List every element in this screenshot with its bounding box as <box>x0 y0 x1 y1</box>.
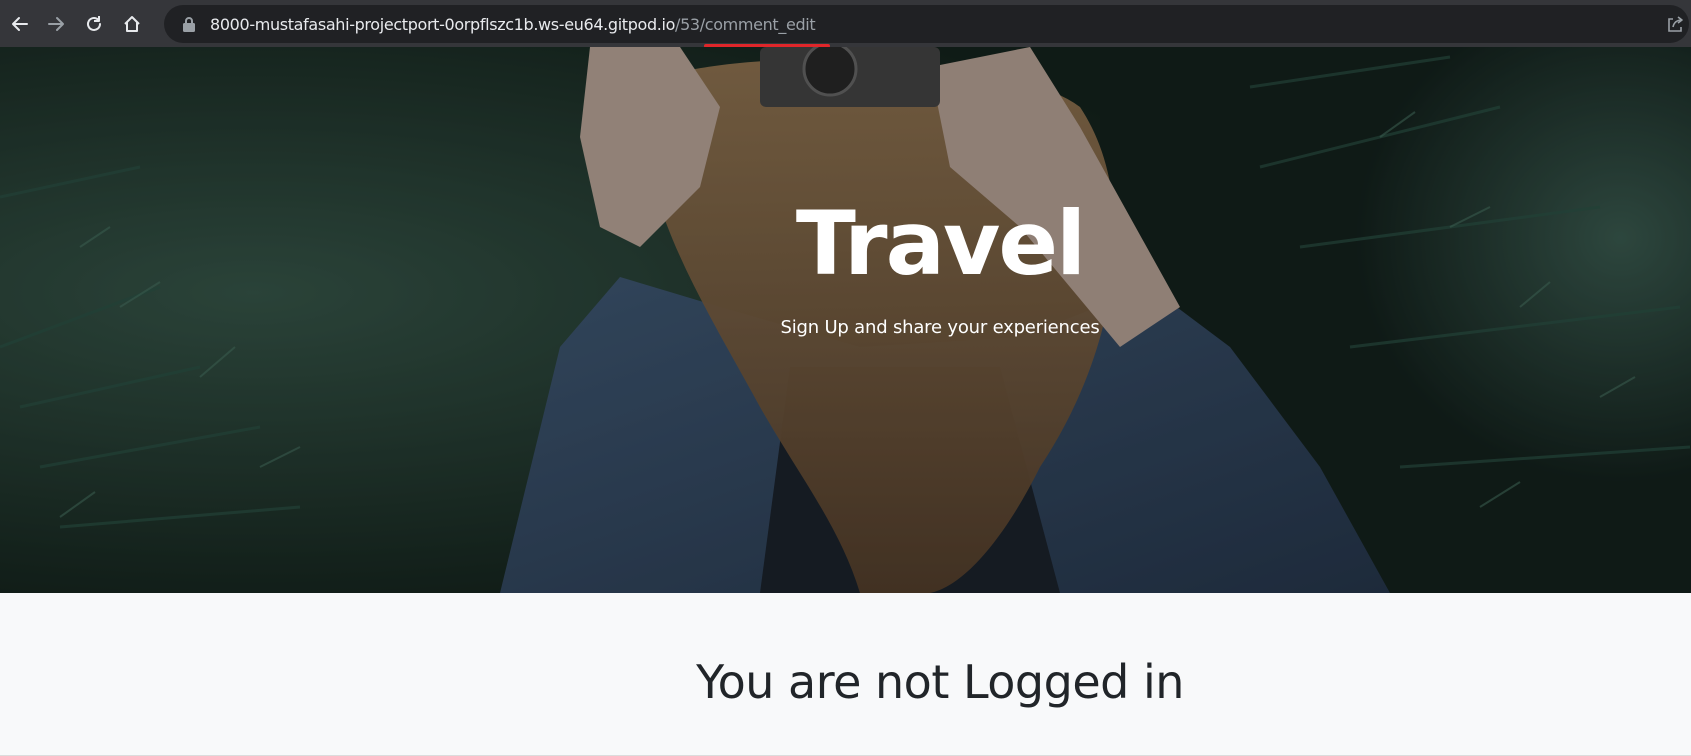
hero-banner: Travel Sign Up and share your experience… <box>0 47 1691 593</box>
not-logged-in-heading: You are not Logged in <box>696 655 1184 709</box>
hero-title: Travel <box>795 192 1086 295</box>
url-text[interactable]: 8000-mustafasahi-projectport-0orpflszc1b… <box>210 14 816 34</box>
home-icon <box>124 15 140 32</box>
reload-icon <box>87 15 101 31</box>
forward-button[interactable] <box>36 4 76 44</box>
reload-button[interactable] <box>74 4 114 44</box>
address-bar[interactable]: 8000-mustafasahi-projectport-0orpflszc1b… <box>164 5 1689 43</box>
share-icon[interactable] <box>1665 14 1685 34</box>
home-button[interactable] <box>112 4 152 44</box>
back-arrow-icon <box>12 16 28 31</box>
lock-icon <box>183 17 195 32</box>
hero-subtitle: Sign Up and share your experiences <box>780 317 1100 338</box>
back-button[interactable] <box>0 4 40 44</box>
url-host: 8000-mustafasahi-projectport-0orpflszc1b… <box>210 14 676 34</box>
browser-toolbar: 8000-mustafasahi-projectport-0orpflszc1b… <box>0 0 1691 48</box>
forward-arrow-icon <box>48 16 64 31</box>
url-path: /53/comment_edit <box>675 14 816 34</box>
main-content: You are not Logged in <box>0 593 1691 756</box>
